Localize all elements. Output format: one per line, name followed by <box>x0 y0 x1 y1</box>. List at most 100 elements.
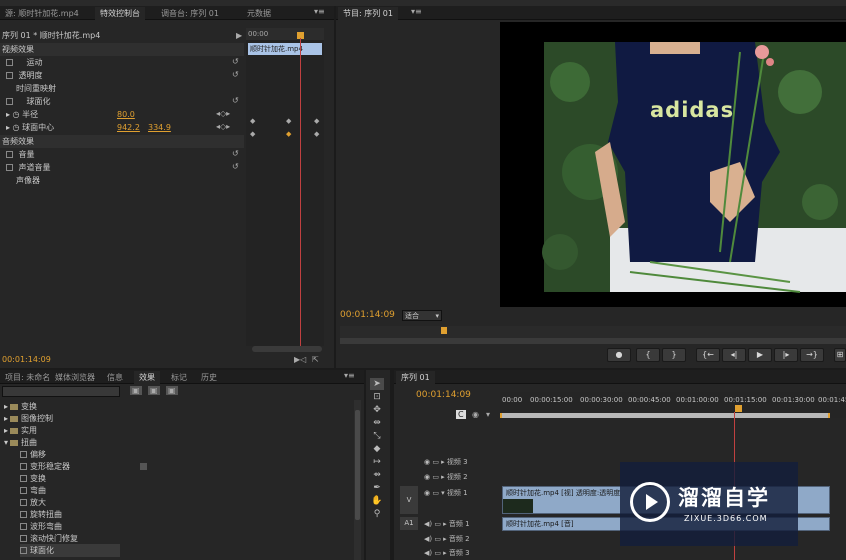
export-frame-button[interactable]: ⊞ <box>834 348 846 362</box>
param-row-sphere-center[interactable]: ▸ ◷ 球面中心 942.2 334.9 <box>0 121 244 134</box>
accelerated-effects-icon[interactable]: ▣ <box>130 386 142 395</box>
reset-icon[interactable]: ↺ <box>232 162 239 171</box>
effect-controls-timecode[interactable]: 00:01:14:09 <box>2 355 51 364</box>
32bit-effects-icon[interactable]: ▣ <box>148 386 160 395</box>
audio-row-panner[interactable]: 声像器 <box>0 174 244 187</box>
timeline-ruler[interactable]: 00:00 00:00:15:00 00:00:30:00 00:00:45:0… <box>500 392 846 418</box>
expand-arrow-icon[interactable]: ▶ <box>236 31 242 40</box>
tab-sequence[interactable]: 序列 01 <box>396 371 435 384</box>
yuv-effects-icon[interactable]: ▣ <box>166 386 178 395</box>
tab-media-browser[interactable]: 媒体浏览器 <box>50 371 100 384</box>
mark-out-button[interactable]: } <box>662 348 686 362</box>
rate-stretch-tool-icon[interactable]: ⤡ <box>370 430 384 442</box>
step-back-button[interactable]: ◂| <box>722 348 746 362</box>
keyframe-icon[interactable]: ◆ <box>250 130 255 138</box>
speaker-icon[interactable]: ◀) ▭ ▸ <box>424 549 449 557</box>
center-x-value[interactable]: 942.2 <box>117 121 140 134</box>
effect-row-opacity[interactable]: 透明度 <box>0 69 244 82</box>
keyframe-icon[interactable]: ◆ <box>314 117 319 125</box>
tab-source[interactable]: 源: 顺时针加花.mp4 <box>0 7 84 20</box>
track-video-1[interactable]: ◉ ▭ ▾ 视频 1 <box>424 486 468 500</box>
effect-row-motion[interactable]: 运动 <box>0 56 244 69</box>
add-marker-button[interactable]: ● <box>607 348 631 362</box>
tab-markers[interactable]: 标记 <box>166 371 192 384</box>
track-select-tool-icon[interactable]: ⊡ <box>370 391 384 403</box>
program-playhead-marker-icon[interactable] <box>441 327 447 334</box>
effects-search-input[interactable] <box>2 386 120 397</box>
track-target-a1[interactable]: A1 <box>400 517 418 530</box>
keyframe-icon[interactable]: ◆ <box>286 130 291 138</box>
track-target-v[interactable]: V <box>400 486 418 514</box>
rolling-edit-tool-icon[interactable]: ⇹ <box>370 417 384 429</box>
keyframe-icon[interactable]: ◆ <box>314 130 319 138</box>
tree-effect[interactable]: 球面化 <box>20 544 120 557</box>
timeline-playhead-marker-icon[interactable] <box>735 405 742 412</box>
mark-in-button[interactable]: { <box>636 348 660 362</box>
tab-program[interactable]: 节目: 序列 01 <box>338 7 398 20</box>
tab-history[interactable]: 历史 <box>196 371 222 384</box>
center-y-value[interactable]: 334.9 <box>148 121 171 134</box>
keyframe-icon[interactable]: ◆ <box>286 117 291 125</box>
panel-menu-icon[interactable]: ▾≡ <box>314 7 325 16</box>
reset-icon[interactable]: ↺ <box>232 57 239 66</box>
audio-row-channel-volume[interactable]: 声道音量 <box>0 161 244 174</box>
eye-icon[interactable]: ◉ ▭ ▸ <box>424 458 447 466</box>
eye-icon[interactable]: ◉ ▭ ▾ <box>424 489 447 497</box>
stopwatch-icon[interactable]: ▸ ◷ <box>6 110 22 119</box>
radius-value[interactable]: 80.0 <box>117 108 135 121</box>
track-audio-2[interactable]: ◀) ▭ ▸ 音频 2 <box>424 532 470 546</box>
timeline-timecode[interactable]: 00:01:14:09 <box>416 390 471 400</box>
pen-tool-icon[interactable]: ✒ <box>370 482 384 494</box>
go-to-in-button[interactable]: {← <box>696 348 720 362</box>
tab-effects[interactable]: 效果 <box>134 371 160 384</box>
tab-metadata[interactable]: 元数据 <box>242 7 276 20</box>
zoom-tool-icon[interactable]: ⚲ <box>370 508 384 520</box>
reset-icon[interactable]: ↺ <box>232 70 239 79</box>
panel-menu-icon[interactable]: ▾≡ <box>344 371 355 380</box>
effect-row-spherize[interactable]: 球面化 <box>0 95 244 108</box>
horizontal-scrollbar[interactable] <box>252 346 322 352</box>
reset-icon[interactable]: ↺ <box>232 96 239 105</box>
marker-icon[interactable]: ▾ <box>486 410 490 419</box>
snap-icon[interactable]: C <box>456 410 466 419</box>
stopwatch-icon[interactable]: ▸ ◷ <box>6 123 22 132</box>
tab-info[interactable]: 信息 <box>102 371 128 384</box>
track-audio-3[interactable]: ◀) ▭ ▸ 音频 3 <box>424 546 470 560</box>
work-area-bar[interactable] <box>500 413 830 418</box>
fit-dropdown[interactable]: 适合 ▾ <box>402 310 442 321</box>
scrollbar-thumb[interactable] <box>355 410 360 520</box>
razor-tool-icon[interactable]: ◆ <box>370 443 384 455</box>
selection-tool-icon[interactable]: ➤ <box>370 378 384 390</box>
track-video-3[interactable]: ◉ ▭ ▸ 视频 3 <box>424 455 468 469</box>
audio-row-volume[interactable]: 音量 <box>0 148 244 161</box>
tab-effect-controls[interactable]: 特效控制台 <box>95 7 145 20</box>
track-video-2[interactable]: ◉ ▭ ▸ 视频 2 <box>424 470 468 484</box>
keyframe-icon[interactable]: ◆ <box>250 117 255 125</box>
track-audio-1[interactable]: ◀) ▭ ▸ 音频 1 <box>424 517 470 531</box>
folder-icon <box>10 403 19 410</box>
program-time-ruler[interactable] <box>340 326 846 338</box>
ripple-edit-tool-icon[interactable]: ✥ <box>370 404 384 416</box>
keyframe-nav-icon[interactable]: ◂◇▸ <box>216 122 230 131</box>
program-scrub-bar[interactable] <box>340 338 846 344</box>
export-icon[interactable]: ⇱ <box>312 355 319 364</box>
eye-icon[interactable]: ◉ ▭ ▸ <box>424 473 447 481</box>
slip-tool-icon[interactable]: ↦ <box>370 456 384 468</box>
link-icon[interactable]: ◉ <box>472 410 479 419</box>
effect-row-time-remap[interactable]: 时间重映射 <box>0 82 244 95</box>
tab-audio-mixer[interactable]: 调音台: 序列 01 <box>156 7 224 20</box>
speaker-icon[interactable]: ◀) ▭ ▸ <box>424 535 449 543</box>
go-to-out-button[interactable]: →} <box>800 348 824 362</box>
step-forward-button[interactable]: |▸ <box>774 348 798 362</box>
panel-menu-icon[interactable]: ▾≡ <box>411 7 422 16</box>
param-row-radius[interactable]: ▸ ◷ 半径 80.0 <box>0 108 244 121</box>
reset-icon[interactable]: ↺ <box>232 149 239 158</box>
slide-tool-icon[interactable]: ⇴ <box>370 469 384 481</box>
speaker-icon[interactable]: ◀) ▭ ▸ <box>424 520 449 528</box>
program-timecode[interactable]: 00:01:14:09 <box>340 310 395 320</box>
play-audio-icon[interactable]: ▶◁ <box>294 355 306 364</box>
hand-tool-icon[interactable]: ✋ <box>370 495 384 507</box>
keyframe-nav-icon[interactable]: ◂◇▸ <box>216 109 230 118</box>
tab-project[interactable]: 项目: 未命名 <box>0 371 55 384</box>
play-button[interactable]: ▶ <box>748 348 772 362</box>
